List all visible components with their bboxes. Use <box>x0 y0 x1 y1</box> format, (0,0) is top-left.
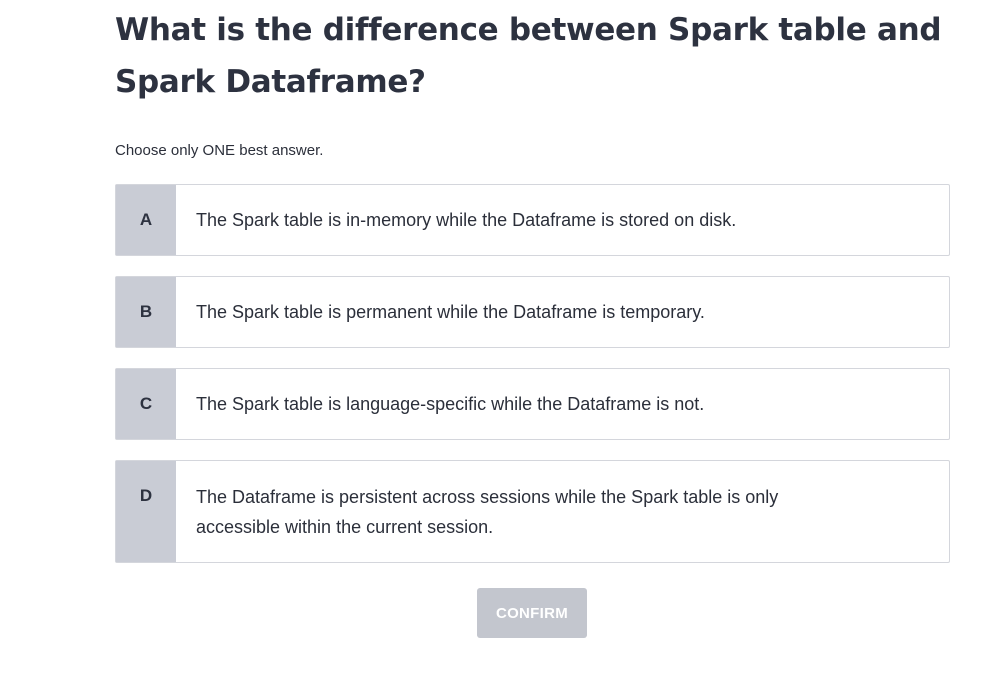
option-text-c: The Spark table is language-specific whi… <box>196 394 705 414</box>
option-letter-a: A <box>116 185 176 255</box>
answer-options-list: A The Spark table is in-memory while the… <box>115 184 950 563</box>
answer-option-c[interactable]: C The Spark table is language-specific w… <box>115 368 950 440</box>
answer-instruction: Choose only ONE best answer. <box>115 142 324 159</box>
answer-option-b[interactable]: B The Spark table is permanent while the… <box>115 276 950 348</box>
option-text-d: The Dataframe is persistent across sessi… <box>196 487 779 537</box>
confirm-button[interactable]: CONFIRM <box>477 588 587 638</box>
option-letter-b: B <box>116 277 176 347</box>
answer-option-a[interactable]: A The Spark table is in-memory while the… <box>115 184 950 256</box>
option-letter-d: D <box>116 461 176 562</box>
question-title: What is the difference between Spark tab… <box>115 12 942 100</box>
option-text-a: The Spark table is in-memory while the D… <box>196 210 737 230</box>
answer-option-d[interactable]: D The Dataframe is persistent across ses… <box>115 460 950 563</box>
confirm-area: CONFIRM <box>477 588 587 638</box>
question-container: What is the difference between Spark tab… <box>115 0 950 583</box>
option-text-b: The Spark table is permanent while the D… <box>196 302 705 322</box>
option-letter-c: C <box>116 369 176 439</box>
